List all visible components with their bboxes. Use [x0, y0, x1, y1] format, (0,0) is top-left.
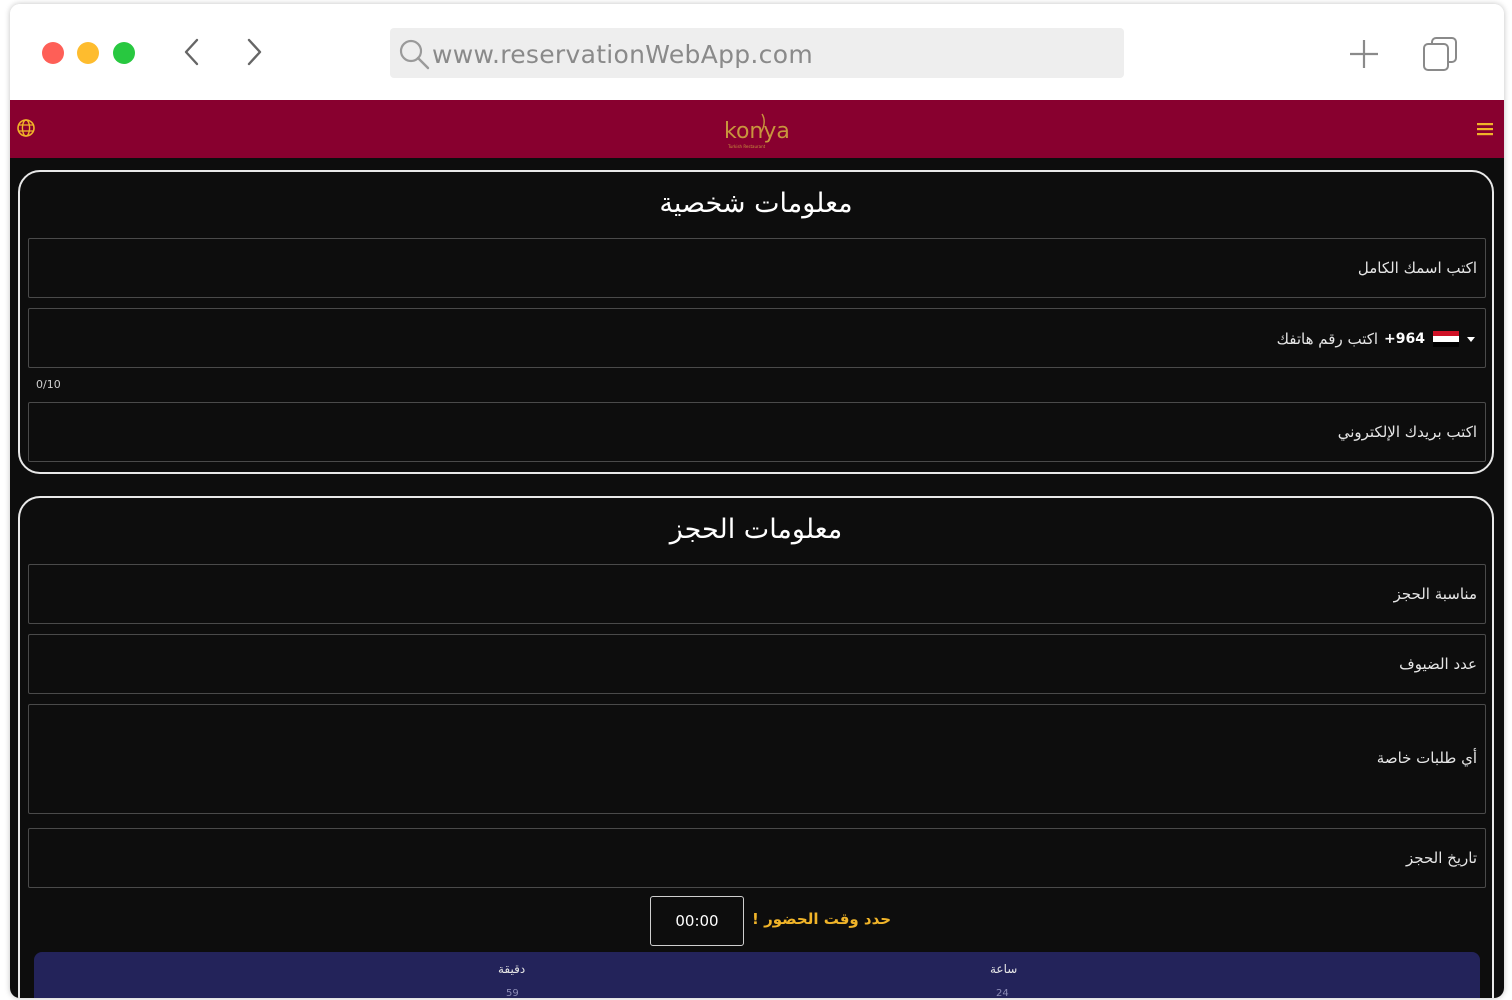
occasion-field[interactable]: مناسبة الحجز	[28, 564, 1486, 624]
booking-date-field[interactable]: تاريخ الحجز	[28, 828, 1486, 888]
minimize-window-button[interactable]	[77, 42, 99, 64]
country-dropdown-caret-icon[interactable]	[1465, 333, 1477, 345]
arrival-time-label: حدد وقت الحضور !	[752, 910, 892, 928]
time-picker-panel[interactable]: دقيقة ساعة 59 24	[34, 952, 1480, 998]
guests-field[interactable]: عدد الضيوف	[28, 634, 1486, 694]
booking-info-card: معلومات الحجز مناسبة الحجز عدد الضيوف أي…	[18, 496, 1494, 998]
new-tab-plus-icon[interactable]	[1344, 34, 1384, 74]
language-globe-icon[interactable]	[16, 118, 36, 138]
booking-info-title: معلومات الحجز	[669, 514, 843, 545]
hour-column-label: ساعة	[990, 962, 1018, 976]
search-icon	[399, 39, 430, 70]
phone-placeholder: اكتب رقم هاتفك	[1276, 330, 1379, 348]
logo-wordmark: konya	[724, 119, 790, 144]
browser-window: www.reservationWebApp.com konya Turkish …	[10, 4, 1504, 998]
booking-date-placeholder: تاريخ الحجز	[1406, 849, 1477, 867]
country-code: +964	[1384, 331, 1425, 347]
browser-toolbar: www.reservationWebApp.com	[10, 4, 1504, 100]
phone-field[interactable]: اكتب رقم هاتفك +964	[28, 308, 1486, 368]
logo-subtext: Turkish Restaurant	[727, 144, 766, 149]
phone-input-group: اكتب رقم هاتفك +964	[1277, 327, 1477, 351]
email-field[interactable]: اكتب بريدك الإلكتروني	[28, 402, 1486, 462]
hamburger-menu-icon[interactable]	[1476, 120, 1494, 138]
page-viewport: konya Turkish Restaurant معلومات شخصية ا…	[10, 100, 1504, 998]
hour-value[interactable]: 24	[996, 988, 1009, 998]
special-requests-placeholder: أي طلبات خاصة	[1376, 749, 1477, 767]
back-arrow-icon[interactable]	[178, 34, 208, 70]
special-requests-field[interactable]: أي طلبات خاصة	[28, 704, 1486, 814]
konya-logo[interactable]: konya Turkish Restaurant	[720, 106, 790, 154]
full-name-field[interactable]: اكتب اسمك الكامل	[28, 238, 1486, 298]
tabs-overview-icon[interactable]	[1420, 34, 1460, 74]
guests-placeholder: عدد الضيوف	[1399, 655, 1477, 673]
full-name-placeholder: اكتب اسمك الكامل	[1357, 259, 1477, 277]
minute-column-label: دقيقة	[498, 962, 526, 976]
arrival-time-input[interactable]: 00:00	[650, 896, 744, 946]
iraq-flag-icon[interactable]	[1433, 331, 1459, 347]
close-window-button[interactable]	[42, 42, 64, 64]
forward-arrow-icon[interactable]	[238, 34, 268, 70]
minute-value[interactable]: 59	[506, 988, 519, 998]
app-header: konya Turkish Restaurant	[10, 100, 1504, 158]
email-placeholder: اكتب بريدك الإلكتروني	[1337, 423, 1477, 441]
personal-info-card: معلومات شخصية اكتب اسمك الكامل اكتب رقم …	[18, 170, 1494, 474]
address-bar[interactable]: www.reservationWebApp.com	[390, 28, 1124, 78]
phone-char-counter: 0/10	[36, 378, 61, 391]
maximize-window-button[interactable]	[113, 42, 135, 64]
url-text: www.reservationWebApp.com	[432, 40, 813, 69]
personal-info-title: معلومات شخصية	[659, 188, 853, 219]
occasion-placeholder: مناسبة الحجز	[1393, 585, 1477, 603]
